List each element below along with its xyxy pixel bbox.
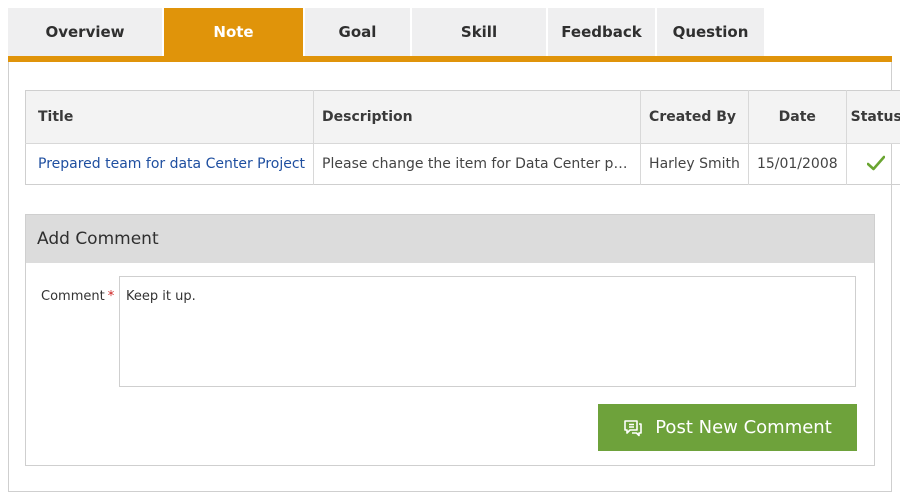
checkmark-icon (866, 152, 886, 176)
required-marker: * (107, 289, 115, 304)
post-new-comment-button[interactable]: Post New Comment (598, 404, 857, 451)
tab-goal[interactable]: Goal (305, 8, 410, 56)
cell-description: Please change the item for Data Center p… (313, 143, 642, 185)
column-header-status: Status (846, 90, 900, 144)
column-header-date: Date (748, 90, 847, 144)
note-description: Please change the item for Data Center p… (322, 156, 632, 172)
notes-table: Title Description Created By Date Status… (25, 90, 900, 185)
column-header-description: Description (313, 90, 642, 144)
comment-label-text: Comment (41, 289, 105, 304)
add-comment-header: Add Comment (26, 215, 874, 263)
tab-skill[interactable]: Skill (412, 8, 546, 56)
tab-feedback[interactable]: Feedback (548, 8, 655, 56)
tab-overview[interactable]: Overview (8, 8, 162, 56)
column-header-created-by: Created By (640, 90, 749, 144)
tab-bar: Overview Note Goal Skill Feedback Questi… (8, 8, 766, 56)
cell-date: 15/01/2008 (748, 143, 847, 185)
table-header-row: Title Description Created By Date Status (25, 90, 900, 144)
column-header-title: Title (25, 90, 315, 144)
note-title-link[interactable]: Prepared team for data Center Project (38, 156, 305, 172)
comment-label: Comment * (41, 289, 114, 304)
cell-status (846, 144, 900, 185)
add-comment-panel: Add Comment Comment * Keep it up. Post Ne… (25, 214, 875, 466)
tab-question[interactable]: Question (657, 8, 764, 56)
comment-icon (623, 419, 643, 437)
tab-note[interactable]: Note (164, 8, 303, 56)
table-row[interactable]: Prepared team for data Center Project Pl… (25, 143, 900, 185)
comment-textarea[interactable]: Keep it up. (119, 276, 856, 387)
cell-created-by: Harley Smith (640, 143, 749, 185)
cell-title: Prepared team for data Center Project (25, 143, 315, 185)
post-new-comment-label: Post New Comment (655, 417, 832, 438)
